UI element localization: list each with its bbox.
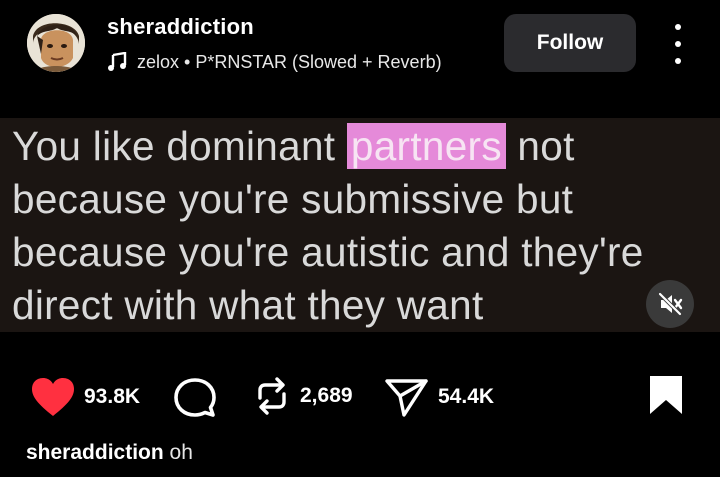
media-text: You like dominant partners not because y…: [12, 120, 718, 332]
repost-action[interactable]: 2,689: [252, 376, 353, 416]
post-caption: sheraddiction oh: [26, 441, 193, 465]
more-options-button[interactable]: [664, 24, 692, 64]
share-action[interactable]: 54.4K: [384, 376, 494, 418]
send-icon[interactable]: [384, 376, 430, 418]
heart-icon[interactable]: [30, 376, 76, 418]
comment-icon[interactable]: [172, 376, 218, 422]
caption-username[interactable]: sheraddiction: [26, 441, 164, 464]
more-dot-icon: [675, 58, 681, 64]
like-action[interactable]: 93.8K: [30, 376, 140, 418]
post-header: sheraddiction zelox • P*RNSTAR (Slowed +…: [0, 0, 720, 100]
media-text-start: You like dominant: [12, 123, 347, 169]
repost-count: 2,689: [300, 384, 353, 407]
music-note-icon: [108, 52, 127, 71]
action-bar: 93.8K 2,689 54.4K: [0, 370, 720, 426]
like-count: 93.8K: [84, 385, 141, 408]
more-dot-icon: [675, 41, 681, 47]
avatar-image: [27, 14, 85, 72]
follow-button[interactable]: Follow: [504, 14, 636, 72]
comment-action[interactable]: [172, 376, 218, 422]
bookmark-icon[interactable]: [648, 374, 684, 416]
speaker-muted-icon: [658, 292, 683, 316]
save-action[interactable]: [648, 374, 684, 421]
more-dot-icon: [675, 24, 681, 30]
media-text-highlight: partners: [346, 123, 506, 169]
caption-text: oh: [169, 441, 193, 464]
audio-track[interactable]: zelox • P*RNSTAR (Slowed + Reverb): [107, 50, 442, 74]
share-count: 54.4K: [438, 385, 495, 408]
avatar[interactable]: [27, 14, 85, 72]
post-media[interactable]: You like dominant partners not because y…: [0, 118, 720, 332]
mute-toggle-button[interactable]: [646, 280, 694, 328]
repost-icon[interactable]: [252, 376, 292, 416]
post-username[interactable]: sheraddiction: [107, 14, 254, 40]
audio-label: zelox • P*RNSTAR (Slowed + Reverb): [137, 51, 442, 72]
